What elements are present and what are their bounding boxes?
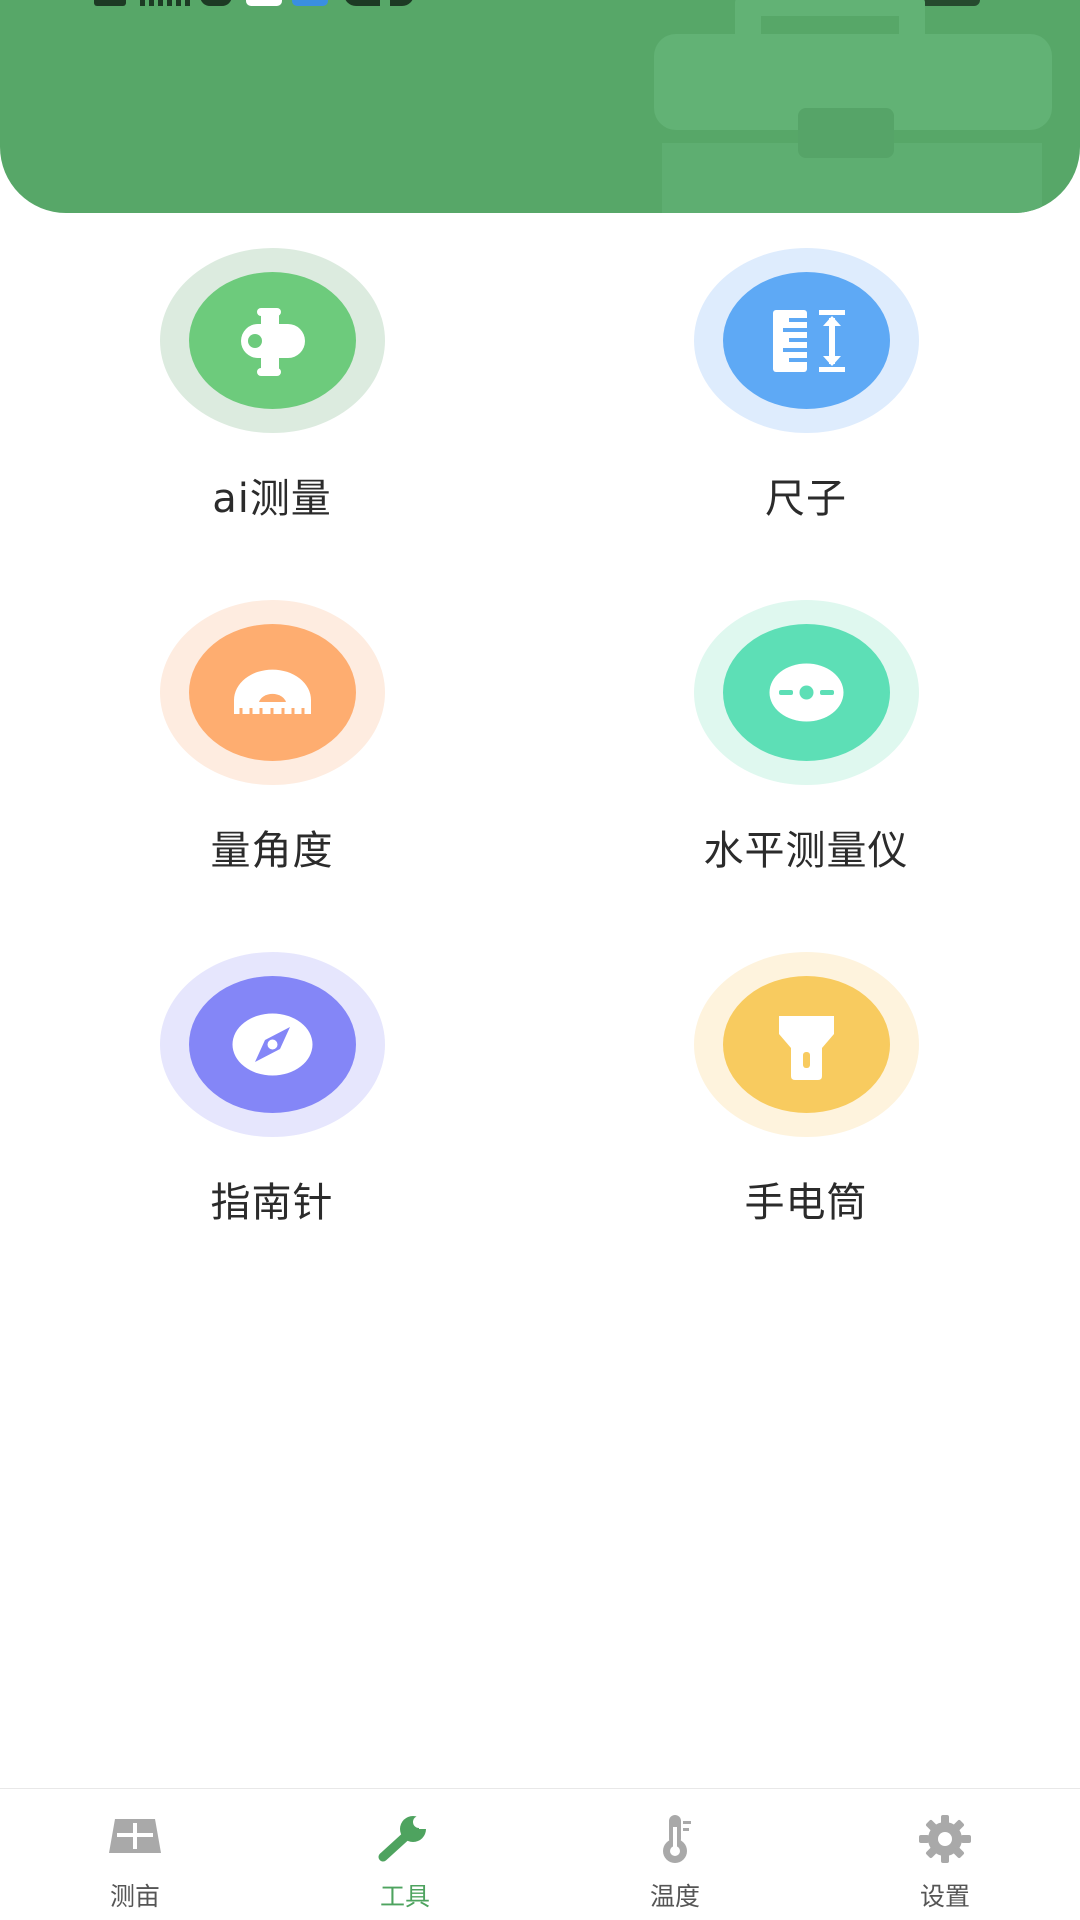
tool-label: 手电筒	[744, 1180, 868, 1226]
nav-item-tools[interactable]: 工具	[270, 1789, 540, 1920]
toolbox-illustration-icon	[640, 0, 1060, 213]
tool-icon-bg	[723, 272, 890, 409]
tools-page: ai测量 尺子 量角度 水平测量仪 指南针 手电筒 测亩 工具 温度 设置	[0, 0, 1080, 1920]
tool-label: 量角度	[210, 828, 334, 874]
notification-icon	[246, 0, 282, 6]
nav-item-measure-field[interactable]: 测亩	[0, 1789, 270, 1920]
signal-icon	[140, 0, 192, 6]
compass-icon	[232, 1013, 313, 1076]
nav-label: 设置	[919, 1882, 970, 1911]
wrench-icon	[378, 1816, 433, 1862]
gear-icon	[919, 1815, 971, 1863]
header-banner	[0, 0, 1080, 213]
tool-level[interactable]: 水平测量仪	[606, 600, 1006, 900]
field-icon	[109, 1819, 161, 1853]
thermometer-icon	[663, 1815, 691, 1863]
nav-item-settings[interactable]: 设置	[810, 1789, 1080, 1920]
tool-icon-bg	[189, 624, 356, 761]
protractor-icon	[234, 669, 311, 714]
wifi-icon	[200, 0, 232, 6]
status-icon	[94, 0, 126, 6]
nav-label: 测亩	[109, 1882, 160, 1911]
tool-icon-bg	[723, 624, 890, 761]
tool-icon-bg	[189, 976, 356, 1113]
flashlight-icon	[779, 1016, 834, 1080]
tool-label: ai测量	[212, 476, 332, 522]
tool-ruler[interactable]: 尺子	[606, 248, 1006, 548]
tool-flashlight[interactable]: 手电筒	[606, 952, 1006, 1252]
tool-label: 水平测量仪	[703, 828, 909, 874]
tool-label: 指南针	[210, 1180, 334, 1226]
tool-compass[interactable]: 指南针	[72, 952, 472, 1252]
nav-label: 温度	[649, 1882, 700, 1911]
ai-measure-icon	[241, 308, 305, 376]
notification-icon	[344, 0, 414, 6]
tool-ai-measure[interactable]: ai测量	[72, 248, 472, 548]
ruler-icon	[773, 310, 845, 372]
level-icon	[769, 663, 844, 722]
tool-protractor[interactable]: 量角度	[72, 600, 472, 900]
notification-icon	[292, 0, 328, 6]
tool-icon-bg	[189, 272, 356, 409]
tool-icon-bg	[723, 976, 890, 1113]
bottom-nav: 测亩 工具 温度 设置	[0, 1788, 1080, 1920]
tool-label: 尺子	[765, 476, 847, 522]
nav-label: 工具	[379, 1882, 430, 1911]
nav-item-temperature[interactable]: 温度	[540, 1789, 810, 1920]
